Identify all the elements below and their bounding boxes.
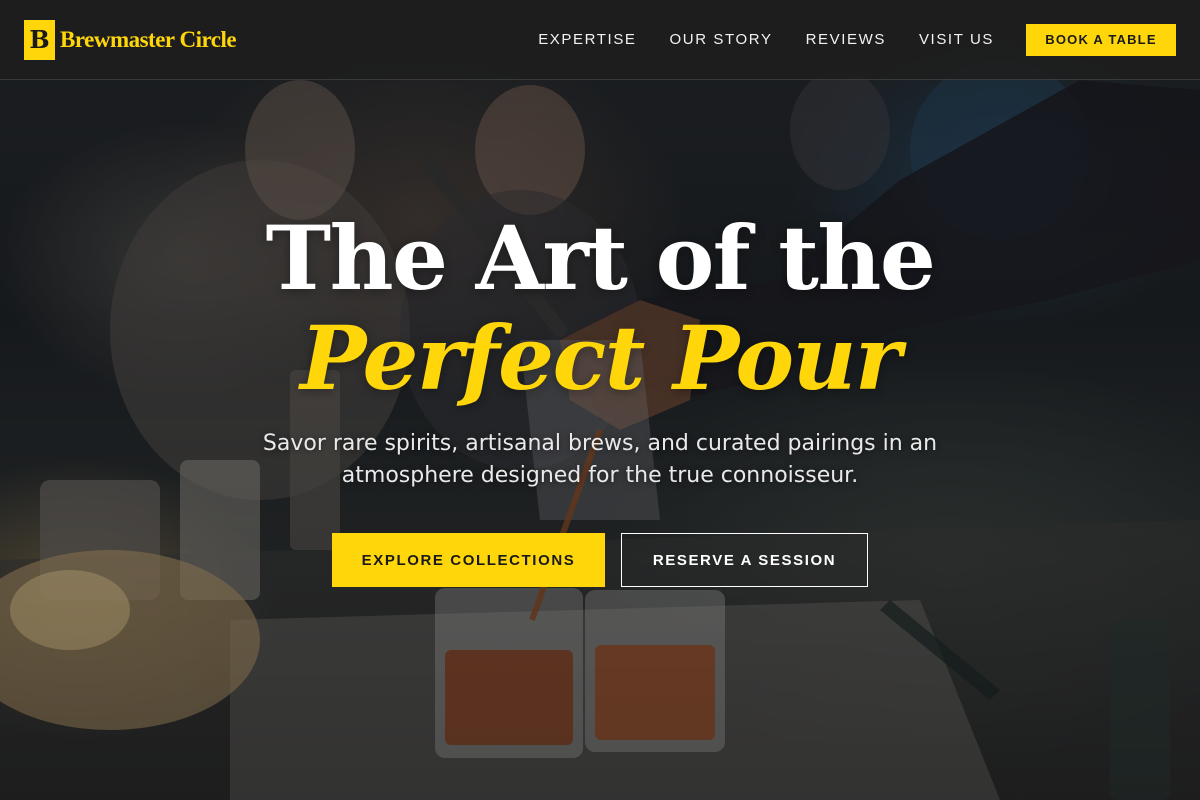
nav-link-reviews[interactable]: REVIEWS [806, 31, 886, 48]
hero-title-line2: Perfect Pour [300, 306, 901, 410]
brand-logo[interactable]: B Brewmaster Circle [24, 19, 237, 60]
hero-title-line1: The Art of the [265, 206, 936, 310]
book-a-table-button[interactable]: BOOK A TABLE [1026, 23, 1176, 56]
hero-actions: EXPLORE COLLECTIONS RESERVE A SESSION [332, 533, 868, 587]
nav-link-expertise[interactable]: EXPERTISE [538, 31, 636, 48]
explore-collections-button[interactable]: EXPLORE COLLECTIONS [332, 533, 605, 587]
hero-subtitle: Savor rare spirits, artisanal brews, and… [262, 431, 938, 488]
site-header: B Brewmaster Circle EXPERTISE OUR STORY … [0, 0, 1200, 80]
hero-section: The Art of the Perfect Pour Savor rare s… [0, 80, 1200, 800]
reserve-session-button[interactable]: RESERVE A SESSION [621, 533, 868, 587]
brand-name: Brewmaster Circle [60, 26, 237, 52]
nav-link-visit-us[interactable]: VISIT US [919, 31, 994, 48]
nav-link-our-story[interactable]: OUR STORY [670, 31, 773, 48]
logo-mark: B [24, 19, 55, 60]
main-nav: EXPERTISE OUR STORY REVIEWS VISIT US [538, 31, 994, 48]
